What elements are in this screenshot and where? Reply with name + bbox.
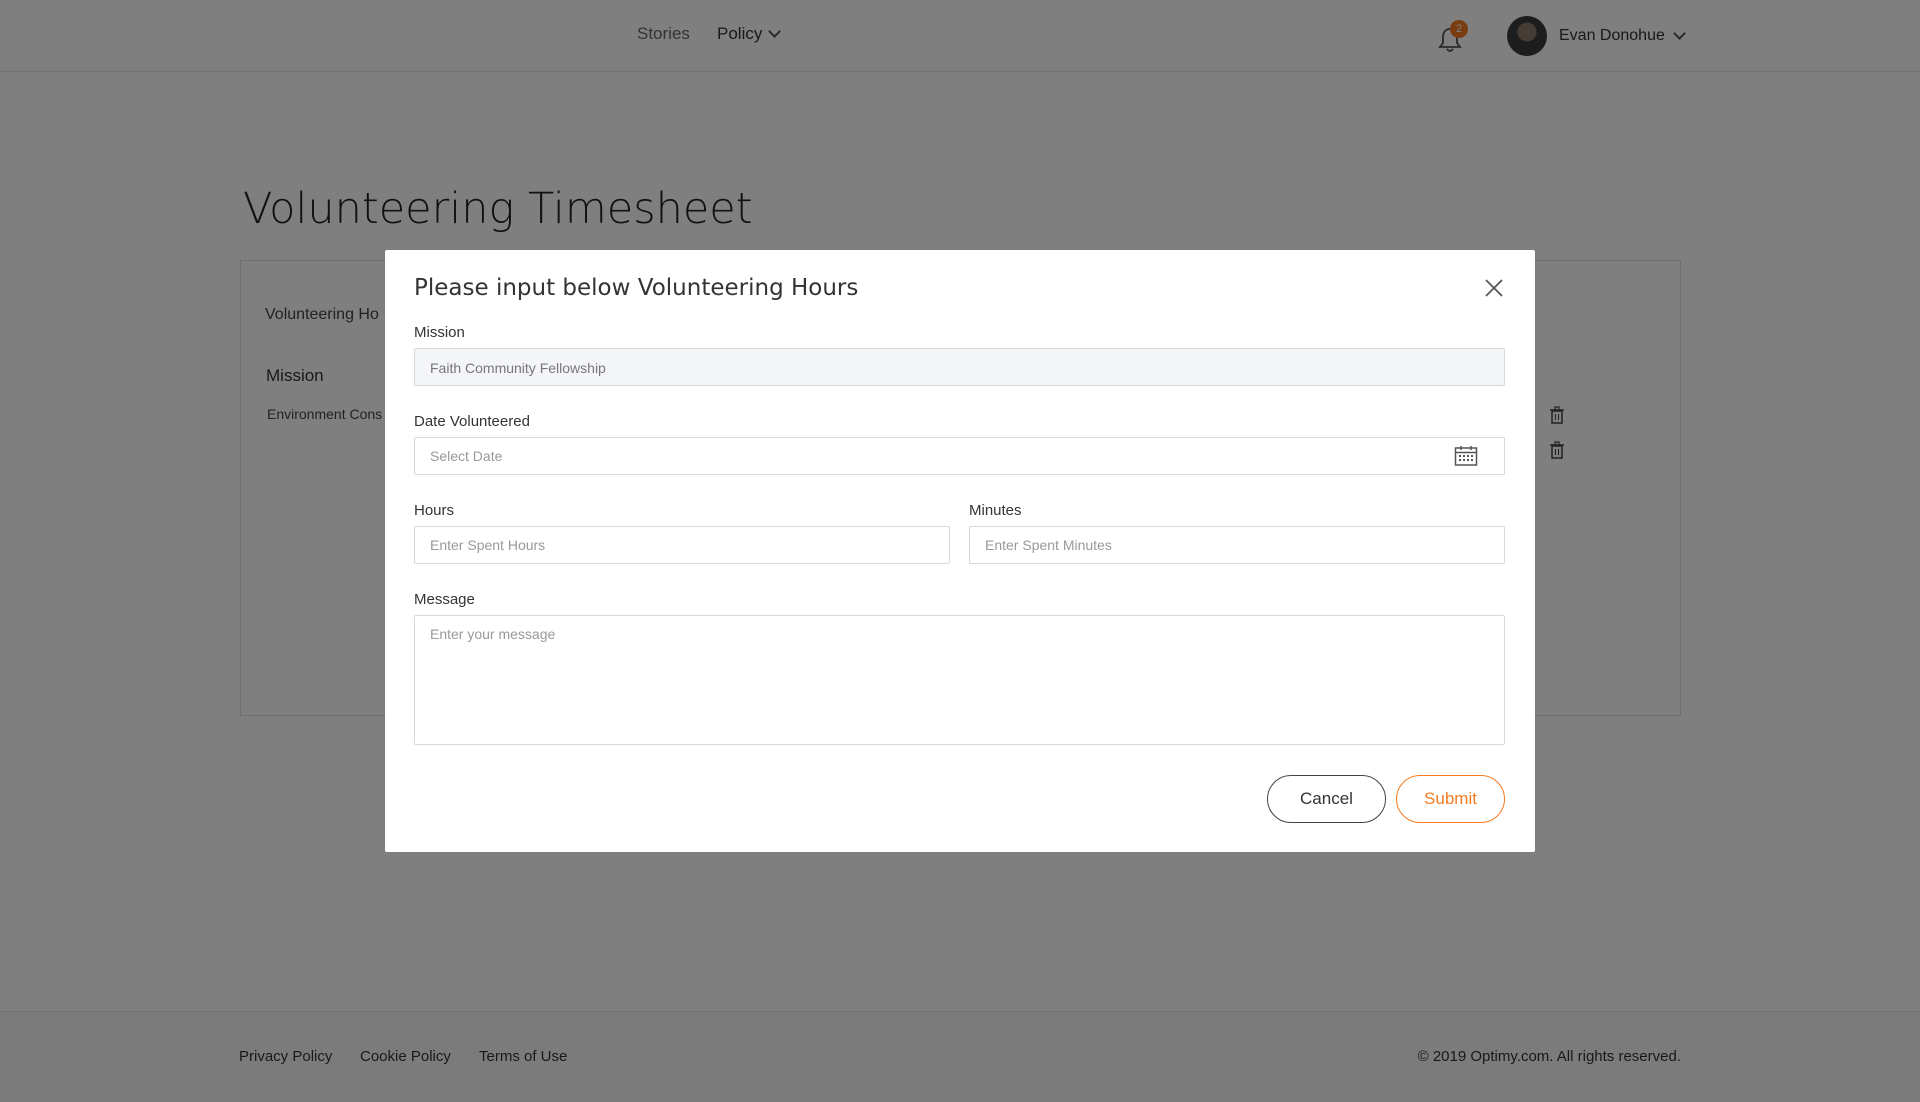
cancel-button[interactable]: Cancel bbox=[1267, 775, 1386, 823]
date-volunteered-input[interactable] bbox=[414, 437, 1505, 475]
message-label: Message bbox=[414, 591, 475, 608]
minutes-label: Minutes bbox=[969, 502, 1022, 519]
modal-title: Please input below Volunteering Hours bbox=[414, 275, 859, 301]
date-volunteered-label: Date Volunteered bbox=[414, 413, 530, 430]
message-textarea[interactable] bbox=[414, 615, 1505, 745]
minutes-input[interactable] bbox=[969, 526, 1505, 564]
hours-input[interactable] bbox=[414, 526, 950, 564]
mission-field: Faith Community Fellowship bbox=[414, 348, 1505, 386]
close-icon[interactable] bbox=[1483, 277, 1505, 299]
hours-label: Hours bbox=[414, 502, 455, 519]
submit-button[interactable]: Submit bbox=[1396, 775, 1505, 823]
mission-label: Mission bbox=[414, 324, 465, 341]
volunteer-hours-modal: Please input below Volunteering Hours Mi… bbox=[385, 250, 1535, 852]
calendar-icon[interactable] bbox=[1454, 445, 1478, 467]
